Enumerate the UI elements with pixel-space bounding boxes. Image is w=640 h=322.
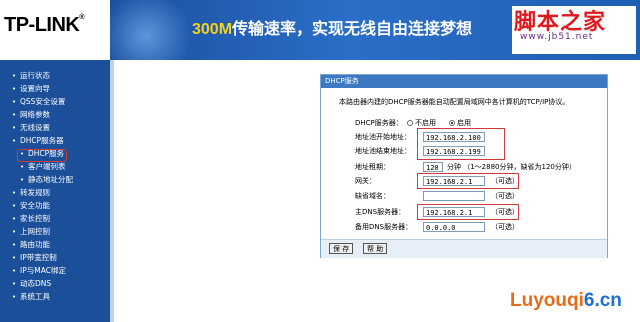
- sidebar-item-label: IP与MAC绑定: [20, 266, 66, 275]
- dns-highlight-box: [417, 204, 519, 220]
- sidebar-item-label: 安全功能: [20, 201, 50, 210]
- save-button[interactable]: 保 存: [329, 243, 354, 254]
- logo: TP-LINK®: [0, 0, 110, 60]
- bullet-icon: •: [20, 163, 25, 171]
- ip-range-highlight-box: [417, 128, 505, 160]
- sidebar-item-parental[interactable]: • 家长控制: [12, 213, 50, 225]
- sidebar-item-label: IP带宽控制: [20, 253, 57, 262]
- logo-mark: ®: [79, 14, 85, 21]
- bullet-icon: •: [12, 202, 17, 210]
- sidebar-item-forwarding[interactable]: • 转发规则: [12, 187, 50, 199]
- banner-decoration: [110, 0, 200, 60]
- sidebar-item-label: 客户端列表: [28, 162, 66, 171]
- lease-label: 地址租期：: [355, 163, 390, 171]
- dns-secondary-label: 备用DNS服务器：: [355, 223, 413, 231]
- bullet-icon: •: [12, 267, 17, 275]
- bullet-icon: •: [12, 228, 17, 236]
- sidebar-item-label: 无线设置: [20, 123, 50, 132]
- bullet-icon: •: [12, 124, 17, 132]
- sidebar: • 运行状态 • 设置向导 • QSS安全设置 • 网络参数 • 无线设置 • DHCP服务…: [0, 60, 110, 322]
- start-ip-label: 地址池开始地址：: [355, 133, 411, 141]
- sidebar-item-wizard[interactable]: • 设置向导: [12, 83, 50, 95]
- slogan: 300M传输速率，实现无线自由连接梦想: [192, 15, 472, 39]
- bullet-icon: •: [12, 293, 17, 301]
- sidebar-item-label: 上网控制: [20, 227, 50, 236]
- watermark-url: www.jb51.net: [520, 32, 594, 42]
- help-button[interactable]: 帮 助: [363, 243, 388, 254]
- header: TP-LINK® 300M传输速率，实现无线自由连接梦想 脚本之家 www.jb…: [0, 0, 640, 60]
- gateway-highlight-box: [417, 173, 519, 189]
- sidebar-item-label: 家长控制: [20, 214, 50, 223]
- bullet-icon: •: [20, 176, 25, 184]
- sidebar-item-qss[interactable]: • QSS安全设置: [12, 96, 65, 108]
- bullet-icon: •: [12, 137, 17, 145]
- sidebar-item-label: DHCP服务器: [20, 136, 64, 145]
- bullet-icon: •: [12, 215, 17, 223]
- sidebar-item-label: 网络参数: [20, 110, 50, 119]
- sidebar-item-static-address[interactable]: • 静态地址分配: [20, 174, 73, 186]
- bullet-icon: •: [12, 189, 17, 197]
- sidebar-item-routing[interactable]: • 路由功能: [12, 239, 50, 251]
- sidebar-item-label: 转发规则: [20, 188, 50, 197]
- sidebar-item-wireless[interactable]: • 无线设置: [12, 122, 50, 134]
- logo-text: TP-LINK®: [4, 14, 85, 37]
- domain-label: 缺省域名：: [355, 192, 390, 200]
- radio-off-icon[interactable]: [407, 120, 413, 126]
- panel-footer: 保 存 帮 助: [321, 239, 607, 258]
- dhcp-on-label: 启用: [457, 119, 471, 127]
- sidebar-item-label: 路由功能: [20, 240, 50, 249]
- logo-name: TP-LINK: [4, 14, 80, 36]
- sidebar-item-ip-mac[interactable]: • IP与MAC绑定: [12, 265, 66, 277]
- lease-input[interactable]: 120: [423, 162, 443, 172]
- sidebar-item-label: QSS安全设置: [20, 97, 66, 106]
- lease-row: 地址租期： 120 分钟 （1～2880分钟，缺省为120分钟）: [321, 161, 607, 173]
- sidebar-item-label: 设置向导: [20, 84, 50, 93]
- domain-hint: （可选）: [491, 192, 519, 200]
- sidebar-item-dhcp-server[interactable]: • DHCP服务器: [12, 135, 64, 147]
- bullet-icon: •: [12, 280, 17, 288]
- sidebar-item-network[interactable]: • 网络参数: [12, 109, 50, 121]
- sidebar-item-label: 动态DNS: [20, 279, 52, 288]
- bullet-icon: •: [12, 72, 17, 80]
- dhcp-panel: DHCP服务 本路由器内建的DHCP服务器能自动配置局域网中各计算机的TCP/I…: [320, 74, 608, 258]
- gateway-label: 网关：: [355, 177, 376, 185]
- bullet-icon: •: [12, 254, 17, 262]
- sidebar-item-access-control[interactable]: • 上网控制: [12, 226, 50, 238]
- dns-secondary-input[interactable]: 0.0.0.0: [423, 222, 485, 232]
- panel-description: 本路由器内建的DHCP服务器能自动配置局域网中各计算机的TCP/IP协议。: [339, 98, 570, 106]
- bullet-icon: •: [12, 241, 17, 249]
- radio-on-icon[interactable]: [449, 120, 455, 126]
- sidebar-item-label: 运行状态: [20, 71, 50, 80]
- panel-title: DHCP服务: [321, 75, 607, 88]
- dns-secondary-hint: （可选）: [491, 223, 519, 231]
- sidebar-item-security[interactable]: • 安全功能: [12, 200, 50, 212]
- sidebar-item-status[interactable]: • 运行状态: [12, 70, 50, 82]
- bullet-icon: •: [12, 111, 17, 119]
- dhcp-off-label: 不启用: [415, 119, 436, 127]
- dhcp-server-label: DHCP服务器：: [355, 119, 403, 127]
- dns-primary-label: 主DNS服务器：: [355, 208, 406, 216]
- watermark-bottom: Luyouqi6.cn: [510, 290, 622, 312]
- domain-row: 缺省域名： （可选）: [321, 190, 607, 202]
- sidebar-item-bandwidth[interactable]: • IP带宽控制: [12, 252, 57, 264]
- domain-input[interactable]: [423, 191, 485, 201]
- bullet-icon: •: [12, 85, 17, 93]
- end-ip-label: 地址池结束地址：: [355, 147, 411, 155]
- slogan-number: 300M: [192, 21, 233, 38]
- sidebar-item-ddns[interactable]: • 动态DNS: [12, 278, 51, 290]
- watermark-bottom-part1: Luyouqi: [510, 290, 584, 311]
- dns-secondary-row: 备用DNS服务器： 0.0.0.0 （可选）: [321, 221, 607, 233]
- watermark-bottom-part2: 6.cn: [583, 290, 622, 311]
- slogan-text: 传输速率，实现无线自由连接梦想: [232, 21, 473, 38]
- sidebar-item-label: 静态地址分配: [28, 175, 73, 184]
- dhcp-highlight-box: [17, 149, 67, 162]
- sidebar-item-client-list[interactable]: • 客户端列表: [20, 161, 66, 173]
- lease-hint: 分钟 （1～2880分钟，缺省为120分钟）: [447, 163, 576, 171]
- sidebar-item-label: 系统工具: [20, 292, 50, 301]
- bullet-icon: •: [12, 98, 17, 106]
- sidebar-item-system-tools[interactable]: • 系统工具: [12, 291, 50, 303]
